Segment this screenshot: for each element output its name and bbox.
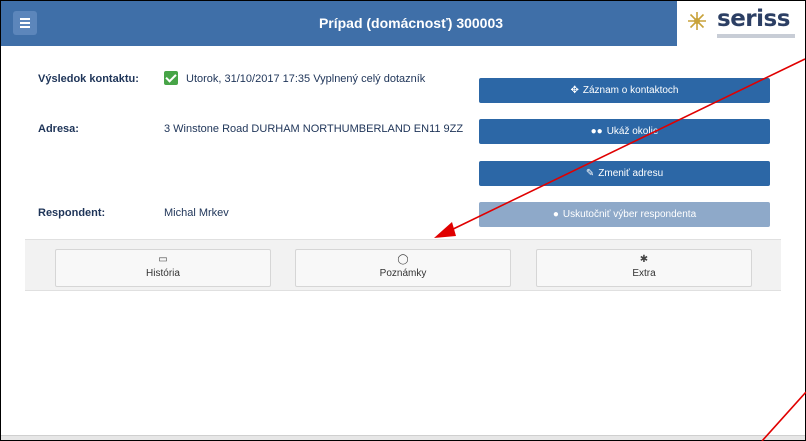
annotation-arrow-line [446,58,806,233]
annotation-arrowhead [434,222,456,238]
annotation-layer [434,58,806,441]
annotation-arrow-line-lower [761,391,806,441]
